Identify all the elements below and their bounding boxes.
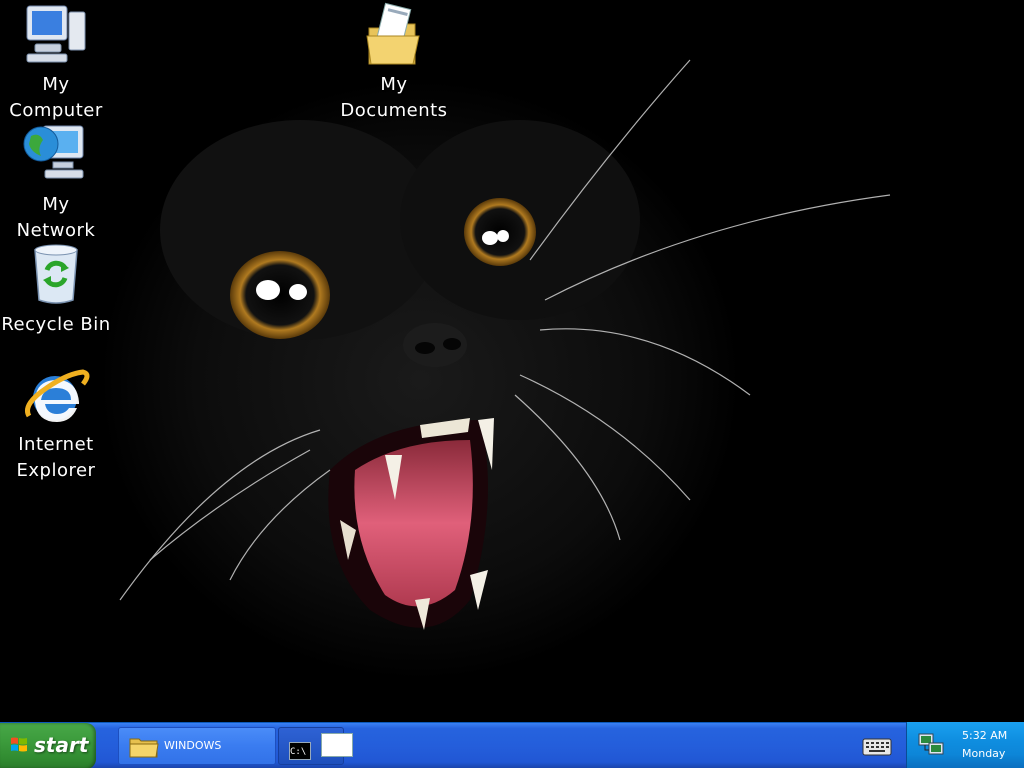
black-cat-wallpaper	[100, 59, 891, 680]
network-connection-icon[interactable]	[917, 730, 945, 758]
window-icon[interactable]	[321, 733, 353, 757]
taskbar-button-label: C:\	[290, 747, 307, 757]
clock-day: Monday	[962, 747, 1006, 760]
desktop-icon-label: My Computer	[9, 74, 103, 121]
start-label: start	[34, 733, 89, 757]
windows-logo-icon	[11, 737, 27, 752]
desktop-icon-label: Recycle Bin	[1, 314, 111, 335]
recycle-bin-icon	[21, 242, 91, 312]
desktop-icon-recycle-bin[interactable]: Recycle Bin	[0, 242, 112, 338]
command-prompt-icon: C:\	[289, 742, 311, 760]
taskbar-button-label: WINDOWS	[164, 739, 222, 752]
my-documents-icon	[359, 2, 429, 72]
clock-time[interactable]: 5:32 AM	[962, 729, 1007, 742]
keyboard-icon[interactable]	[862, 733, 892, 757]
taskbar-button-windows-folder[interactable]: WINDOWS	[118, 727, 276, 765]
system-tray: 5:32 AM Monday	[906, 722, 1024, 768]
folder-icon	[129, 738, 159, 758]
desktop-icon-label: Internet Explorer	[16, 434, 96, 481]
desktop-icon-my-computer[interactable]: My Computer	[0, 2, 112, 124]
desktop-icon-my-documents[interactable]: My Documents	[338, 2, 450, 124]
desktop-wallpaper	[0, 0, 1024, 722]
desktop-icon-label: My Documents	[340, 74, 448, 121]
start-button[interactable]: start	[0, 723, 96, 768]
network-places-icon	[21, 122, 91, 192]
my-computer-icon	[21, 2, 91, 72]
internet-explorer-icon	[21, 362, 91, 432]
desktop-icon-internet-explorer[interactable]: Internet Explorer	[0, 362, 112, 484]
